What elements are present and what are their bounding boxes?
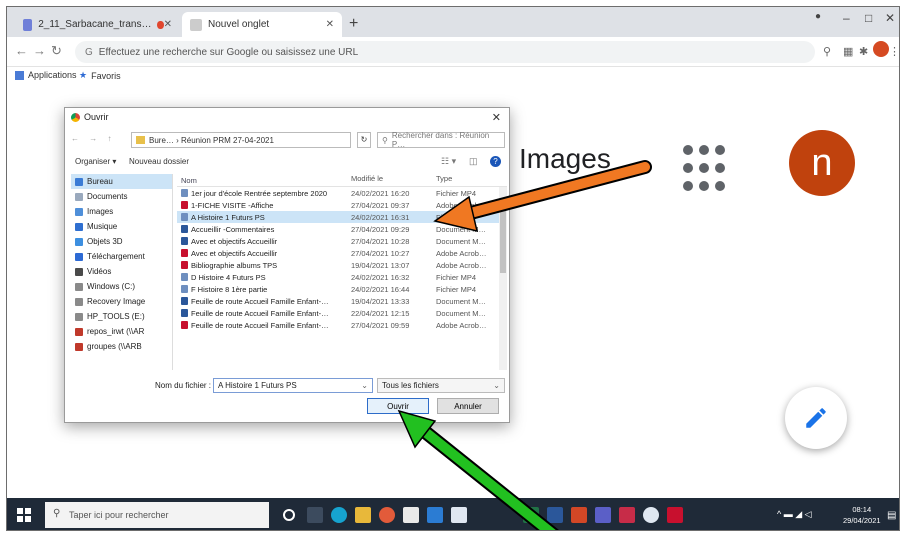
screenshot-frame: 2_11_Sarbacane_trans… ✕ Nouvel onglet ✕ … bbox=[6, 6, 900, 531]
green-arrow-icon bbox=[397, 409, 559, 530]
annotation-arrows bbox=[397, 160, 652, 530]
orange-arrow-icon bbox=[433, 160, 652, 233]
